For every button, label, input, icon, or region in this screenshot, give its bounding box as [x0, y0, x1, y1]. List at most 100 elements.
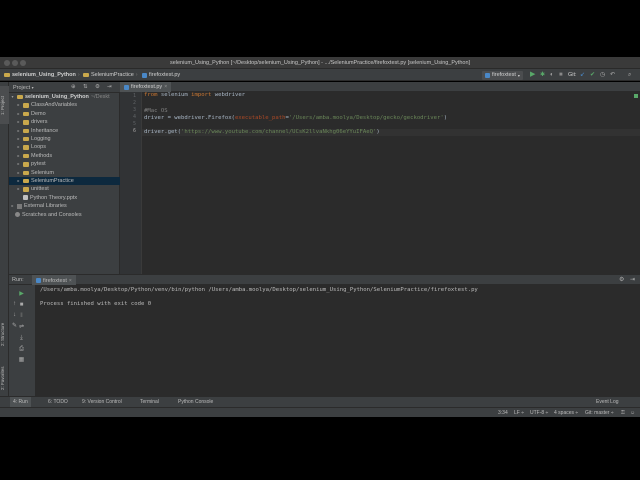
expand-arrow-icon[interactable]: ▸	[16, 160, 21, 168]
tree-item-label: Inheritance	[31, 127, 59, 134]
pin-icon[interactable]: ✎	[10, 323, 19, 330]
expand-arrow-icon[interactable]: ▸	[16, 110, 21, 118]
folder-icon	[23, 145, 29, 150]
line-number: 3	[132, 107, 136, 113]
tree-item-label: pytest	[31, 161, 46, 168]
tree-item[interactable]: ▸ Demo	[9, 110, 120, 118]
expand-arrow-icon[interactable]: ▸	[16, 185, 21, 193]
close-tab-icon[interactable]: ×	[164, 84, 167, 90]
tree-item[interactable]: Python Theory.pptx	[9, 194, 120, 202]
expand-arrow-icon[interactable]: ▸	[16, 169, 21, 177]
notifications-icon[interactable]: ☺	[630, 408, 635, 418]
cursor-position[interactable]: 3:34	[498, 408, 508, 418]
tree-item-label: Selenium	[31, 169, 54, 176]
scratches-icon	[15, 212, 20, 218]
search-icon[interactable]: ⌕	[628, 69, 631, 81]
tree-item[interactable]: ▸ ClassAndVariables	[9, 101, 120, 109]
console-exit-message: Process finished with exit code 0	[40, 301, 152, 307]
tree-item-label: Loops	[31, 144, 46, 151]
rerun-icon[interactable]: ▶	[17, 291, 26, 298]
left-tool-strip: 1: Project 2: Structure 2: Favorites	[0, 82, 9, 398]
tree-item-label: Logging	[31, 136, 51, 142]
collapse-icon[interactable]: ⇅	[83, 82, 88, 93]
python-file-icon	[485, 72, 490, 78]
hide-icon[interactable]: ⇥	[107, 82, 112, 93]
code-editor[interactable]: 1 2 3 4 5 6 from selenium import webdriv…	[120, 92, 640, 274]
expand-arrow-icon[interactable]: ▸	[16, 143, 21, 151]
bottom-tool-tabs: 4: Run 6: TODO 9: Version Control Termin…	[0, 396, 640, 408]
folder-icon	[23, 136, 29, 142]
expand-arrow-icon[interactable]: ▸	[16, 135, 21, 143]
up-icon[interactable]: ↑	[10, 301, 19, 308]
tree-external-libraries[interactable]: ▸ External Libraries	[9, 202, 120, 210]
tree-item[interactable]: ▸ drivers	[9, 118, 120, 126]
clear-icon[interactable]: ▦	[17, 357, 26, 364]
debug-icon[interactable]: ✱	[540, 69, 545, 81]
scroll-end-icon[interactable]: ⤓	[17, 335, 26, 342]
tree-item[interactable]: ▸ SeleniumPractice	[9, 177, 120, 186]
down-icon[interactable]: ↓	[10, 312, 19, 319]
tree-item-label: Demo	[31, 110, 46, 117]
tree-item-label: SeleniumPractice	[31, 178, 74, 184]
lock-icon[interactable]: ⚿	[621, 408, 625, 418]
editor-tabs: firefoxtest.py ×	[120, 82, 640, 92]
indent-setting[interactable]: 4 spaces ÷	[554, 408, 578, 418]
breadcrumb-folder[interactable]: SeleniumPractice ›	[83, 69, 138, 81]
breadcrumb-file[interactable]: firefoxtest.py	[142, 69, 180, 81]
editor-tab-firefoxtest[interactable]: firefoxtest.py ×	[120, 82, 172, 92]
tree-item-label: unittest	[31, 186, 49, 193]
tree-item[interactable]: ▸ unittest	[9, 185, 120, 193]
file-encoding[interactable]: UTF-8 ÷	[530, 408, 548, 418]
tree-item[interactable]: ▸ Inheritance	[9, 127, 120, 135]
expand-arrow-icon[interactable]: ▸	[16, 177, 21, 185]
window-title: selenium_Using_Python [~/Desktop/seleniu…	[169, 60, 471, 66]
project-panel-header[interactable]: Project ▾ ⊕ ⇅ ⚙ ⇥	[9, 82, 120, 93]
expand-arrow-icon[interactable]: ▸	[16, 101, 21, 109]
tree-item[interactable]: ▸ pytest	[9, 160, 120, 168]
run-config-select[interactable]: firefoxtest ▾	[482, 70, 523, 80]
expand-arrow-icon[interactable]: ▸	[16, 127, 21, 135]
tree-item[interactable]: ▸ Logging	[9, 135, 120, 143]
inspection-ok-icon[interactable]	[634, 94, 638, 98]
target-icon[interactable]: ⊕	[71, 82, 76, 93]
history-icon[interactable]: ◷	[600, 69, 605, 81]
coverage-icon[interactable]: ◐	[550, 69, 554, 81]
tree-root[interactable]: ▾ selenium_Using_Python ~/Deskt	[9, 93, 120, 101]
console-output[interactable]: /Users/amba.moolya/Desktop/Python/venv/b…	[36, 285, 640, 396]
gear-icon[interactable]: ⚙	[95, 82, 100, 93]
run-icon[interactable]: ▶	[530, 69, 535, 81]
python-file-icon	[124, 84, 129, 90]
tree-scratches[interactable]: Scratches and Consoles	[9, 211, 120, 219]
navigation-bar: selenium_Using_Python › SeleniumPractice…	[0, 69, 640, 81]
folder-icon	[83, 72, 89, 78]
project-tool-tab[interactable]: 1: Project	[0, 86, 9, 124]
minimize-window-button[interactable]	[12, 60, 18, 66]
tree-item[interactable]: ▸ Loops	[9, 143, 120, 151]
tree-item[interactable]: ▸ Selenium	[9, 169, 120, 177]
folder-icon	[4, 72, 10, 78]
tree-item-label: Methods	[31, 152, 53, 159]
folder-icon	[23, 111, 29, 117]
git-branch[interactable]: Git: master ÷	[585, 408, 614, 418]
revert-icon[interactable]: ↶	[610, 69, 615, 81]
breadcrumb-project[interactable]: selenium_Using_Python ›	[4, 69, 80, 81]
structure-tool-tab[interactable]: 2: Structure	[0, 314, 9, 354]
folder-icon	[17, 94, 23, 100]
line-number: 4	[132, 114, 136, 120]
line-separator[interactable]: LF ÷	[514, 408, 524, 418]
zoom-window-button[interactable]	[20, 60, 26, 66]
print-icon[interactable]: ⎙	[17, 346, 26, 353]
git-commit-icon[interactable]: ✔	[590, 69, 595, 81]
file-icon	[23, 195, 28, 201]
git-update-icon[interactable]: ↙	[580, 69, 585, 81]
line-number: 5	[132, 121, 136, 127]
expand-arrow-icon[interactable]: ▸	[16, 118, 21, 126]
python-file-icon	[142, 72, 147, 78]
close-run-tab-icon[interactable]: ×	[69, 278, 72, 284]
code-line-1: from selenium import webdriver	[144, 92, 246, 98]
stop-icon[interactable]: ■	[559, 69, 563, 81]
favorites-tool-tab[interactable]: 2: Favorites	[0, 360, 9, 396]
tree-item[interactable]: ▸ Methods	[9, 152, 120, 160]
close-window-button[interactable]	[4, 60, 10, 66]
expand-arrow-icon[interactable]: ▸	[16, 152, 21, 160]
